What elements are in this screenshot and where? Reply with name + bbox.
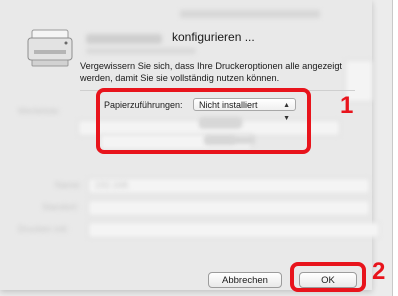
printer-icon <box>27 29 73 67</box>
print-with-field <box>88 222 380 238</box>
blurred-location-label: Standort: <box>42 202 79 212</box>
blurred-print-with-label: Drucken mit: <box>18 224 69 234</box>
location-field <box>88 200 370 216</box>
subtitle-blurred <box>86 48 196 54</box>
name-field <box>88 178 370 194</box>
blurred-header <box>180 10 320 18</box>
name-value: 192.168. <box>95 180 131 190</box>
highlight-box-step2 <box>290 262 366 292</box>
cancel-button[interactable]: Abbrechen <box>208 272 282 288</box>
blurred-left-label: Werteliste: <box>18 106 61 116</box>
blurred-name-label: Name: <box>55 180 82 190</box>
callout-step1: 1 <box>340 92 354 119</box>
instruction-text: Vergewissern Sie sich, dass Ihre Drucker… <box>80 61 342 83</box>
dialog-title: konfigurieren ... <box>172 30 255 44</box>
callout-step2: 2 <box>372 258 386 285</box>
printer-name-blurred <box>86 34 162 44</box>
highlight-box-step1 <box>96 88 311 154</box>
